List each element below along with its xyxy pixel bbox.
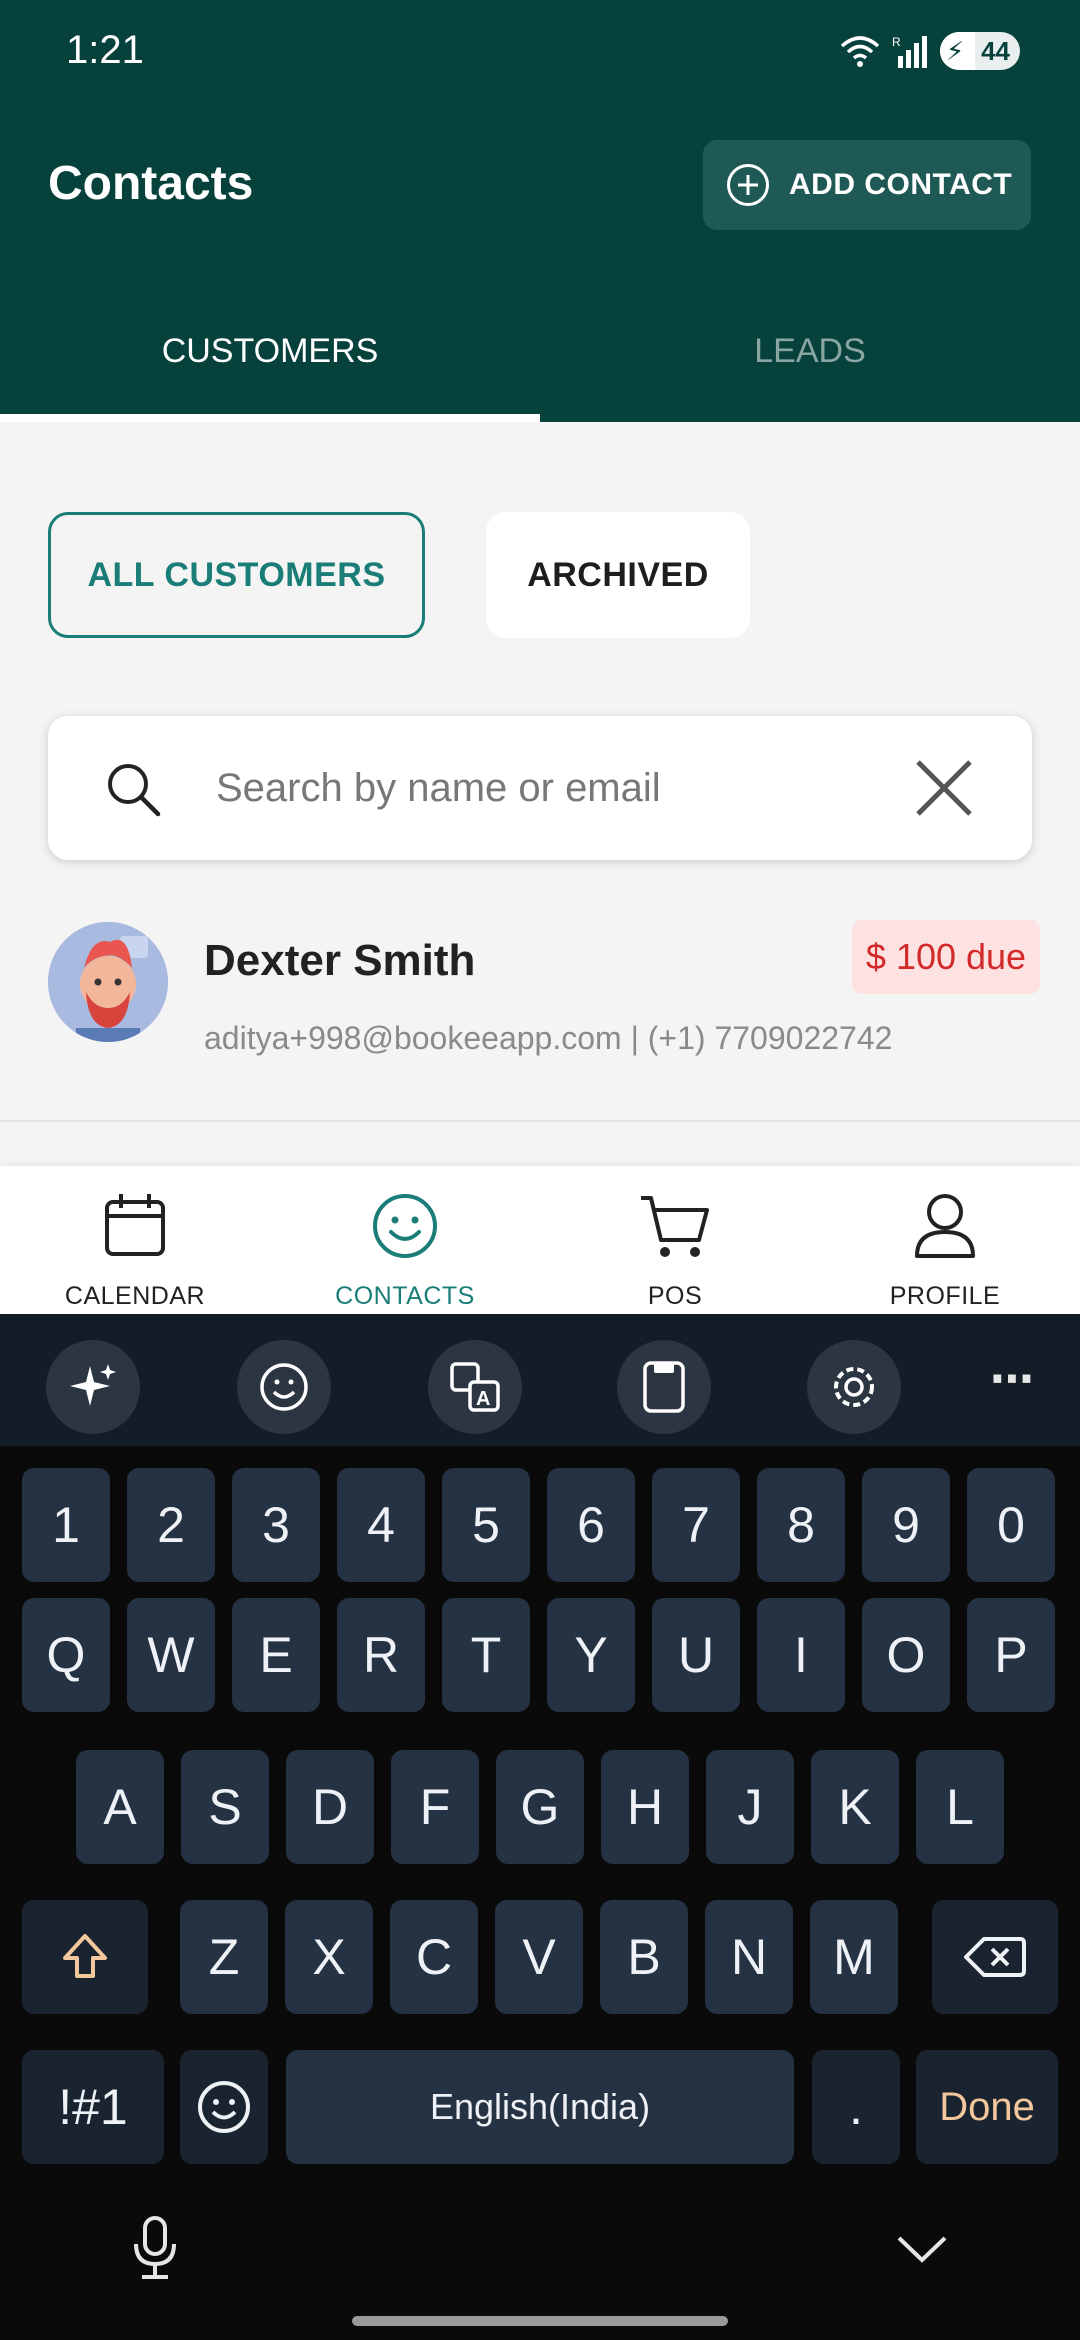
cart-icon (641, 1196, 709, 1257)
key-a[interactable]: A (76, 1750, 164, 1864)
filter-archived[interactable]: ARCHIVED (486, 512, 750, 638)
page-title: Contacts (48, 157, 254, 210)
translate-icon[interactable]: A (428, 1340, 522, 1434)
nav-pos-label: POS (647, 1282, 703, 1310)
hide-keyboard-icon[interactable] (896, 2234, 948, 2264)
key-p[interactable]: P (967, 1598, 1055, 1712)
key-0[interactable]: 0 (967, 1468, 1055, 1582)
key-y[interactable]: Y (547, 1598, 635, 1712)
backspace-icon (964, 1937, 1026, 1977)
key-s[interactable]: S (181, 1750, 269, 1864)
sparkle-icon[interactable] (46, 1340, 140, 1434)
emoji-key-icon (198, 2081, 250, 2133)
charging-icon: ⚡ (946, 36, 965, 66)
key-b[interactable]: B (600, 1900, 688, 2014)
key-4[interactable]: 4 (337, 1468, 425, 1582)
nav-calendar-label: CALENDAR (64, 1282, 206, 1310)
nav-pos[interactable]: POS (540, 1166, 810, 1314)
backspace-key[interactable] (932, 1900, 1058, 2014)
key-j[interactable]: J (706, 1750, 794, 1864)
space-key[interactable]: English(India) (286, 2050, 794, 2164)
nav-calendar[interactable]: CALENDAR (0, 1166, 270, 1314)
key-5[interactable]: 5 (442, 1468, 530, 1582)
key-u[interactable]: U (652, 1598, 740, 1712)
keyboard-toolbar: A ⋯ (0, 1314, 1080, 1446)
tab-leads[interactable]: LEADS (540, 300, 1080, 422)
status-bar: 1:21 R ⚡ 44 (0, 0, 1080, 104)
smiley-icon (373, 1194, 437, 1258)
shift-icon (63, 1934, 107, 1978)
search-box (48, 716, 1032, 860)
key-w[interactable]: W (127, 1598, 215, 1712)
add-contact-button[interactable]: ADD CONTACT (703, 140, 1031, 230)
key-g[interactable]: G (496, 1750, 584, 1864)
clipboard-icon[interactable] (617, 1340, 711, 1434)
contact-name: Dexter Smith (204, 936, 476, 985)
home-indicator[interactable] (352, 2316, 728, 2326)
key-r[interactable]: R (337, 1598, 425, 1712)
nav-contacts-label: CONTACTS (335, 1282, 475, 1310)
app-header: 1:21 R ⚡ 44 Contacts ADD CONTACT CUSTOME… (0, 0, 1080, 422)
search-input[interactable] (216, 750, 936, 826)
battery-indicator: ⚡ 44 (940, 32, 1020, 70)
bottom-navigation: CALENDAR CONTACTS POS PROFILE (0, 1166, 1080, 1314)
nav-profile-label: PROFILE (889, 1282, 1001, 1310)
emoji-key[interactable] (180, 2050, 268, 2164)
key-2[interactable]: 2 (127, 1468, 215, 1582)
contact-list-item[interactable]: Dexter Smith aditya+998@bookeeapp.com | … (0, 900, 1080, 1122)
key-t[interactable]: T (442, 1598, 530, 1712)
svg-text:R: R (892, 35, 901, 49)
key-h[interactable]: H (601, 1750, 689, 1864)
key-q[interactable]: Q (22, 1598, 110, 1712)
add-contact-label: ADD CONTACT (789, 168, 1013, 201)
key-o[interactable]: O (862, 1598, 950, 1712)
key-f[interactable]: F (391, 1750, 479, 1864)
key-6[interactable]: 6 (547, 1468, 635, 1582)
wifi-icon (840, 36, 880, 67)
key-z[interactable]: Z (180, 1900, 268, 2014)
settings-icon[interactable] (807, 1340, 901, 1434)
done-key[interactable]: Done (916, 2050, 1058, 2164)
soft-keyboard: A ⋯ 1234567890QWERTYUIOPASDFGHJKLZXCVBNM… (0, 1314, 1080, 2340)
nav-profile[interactable]: PROFILE (810, 1166, 1080, 1314)
status-icons: R ⚡ 44 (840, 32, 1020, 70)
tab-customers[interactable]: CUSTOMERS (0, 300, 540, 422)
emoji-icon[interactable] (237, 1340, 331, 1434)
key-l[interactable]: L (916, 1750, 1004, 1864)
key-x[interactable]: X (285, 1900, 373, 2014)
contact-tabs: CUSTOMERS LEADS (0, 300, 1080, 422)
microphone-icon[interactable] (130, 2216, 180, 2280)
filter-all-customers[interactable]: ALL CUSTOMERS (48, 512, 425, 638)
battery-level: 44 (981, 36, 1010, 66)
key-8[interactable]: 8 (757, 1468, 845, 1582)
period-key[interactable]: . (812, 2050, 900, 2164)
key-9[interactable]: 9 (862, 1468, 950, 1582)
key-v[interactable]: V (495, 1900, 583, 2014)
key-k[interactable]: K (811, 1750, 899, 1864)
key-i[interactable]: I (757, 1598, 845, 1712)
key-m[interactable]: M (810, 1900, 898, 2014)
due-badge: $ 100 due (852, 920, 1040, 994)
avatar (48, 922, 168, 1042)
key-3[interactable]: 3 (232, 1468, 320, 1582)
key-e[interactable]: E (232, 1598, 320, 1712)
svg-text:A: A (476, 1388, 490, 1410)
more-icon[interactable]: ⋯ (990, 1354, 1036, 1405)
nav-contacts[interactable]: CONTACTS (270, 1166, 540, 1314)
person-icon (915, 1194, 975, 1258)
signal-icon: R (892, 35, 927, 68)
key-d[interactable]: D (286, 1750, 374, 1864)
key-7[interactable]: 7 (652, 1468, 740, 1582)
status-time: 1:21 (66, 28, 144, 72)
clear-search-icon[interactable] (914, 758, 974, 818)
key-c[interactable]: C (390, 1900, 478, 2014)
key-1[interactable]: 1 (22, 1468, 110, 1582)
calendar-icon (105, 1194, 165, 1256)
add-circle-icon (727, 164, 769, 206)
search-icon (108, 764, 161, 817)
symbols-key[interactable]: !#1 (22, 2050, 164, 2164)
shift-key[interactable] (22, 1900, 148, 2014)
key-n[interactable]: N (705, 1900, 793, 2014)
contact-details: aditya+998@bookeeapp.com | (+1) 77090227… (204, 1020, 893, 1056)
